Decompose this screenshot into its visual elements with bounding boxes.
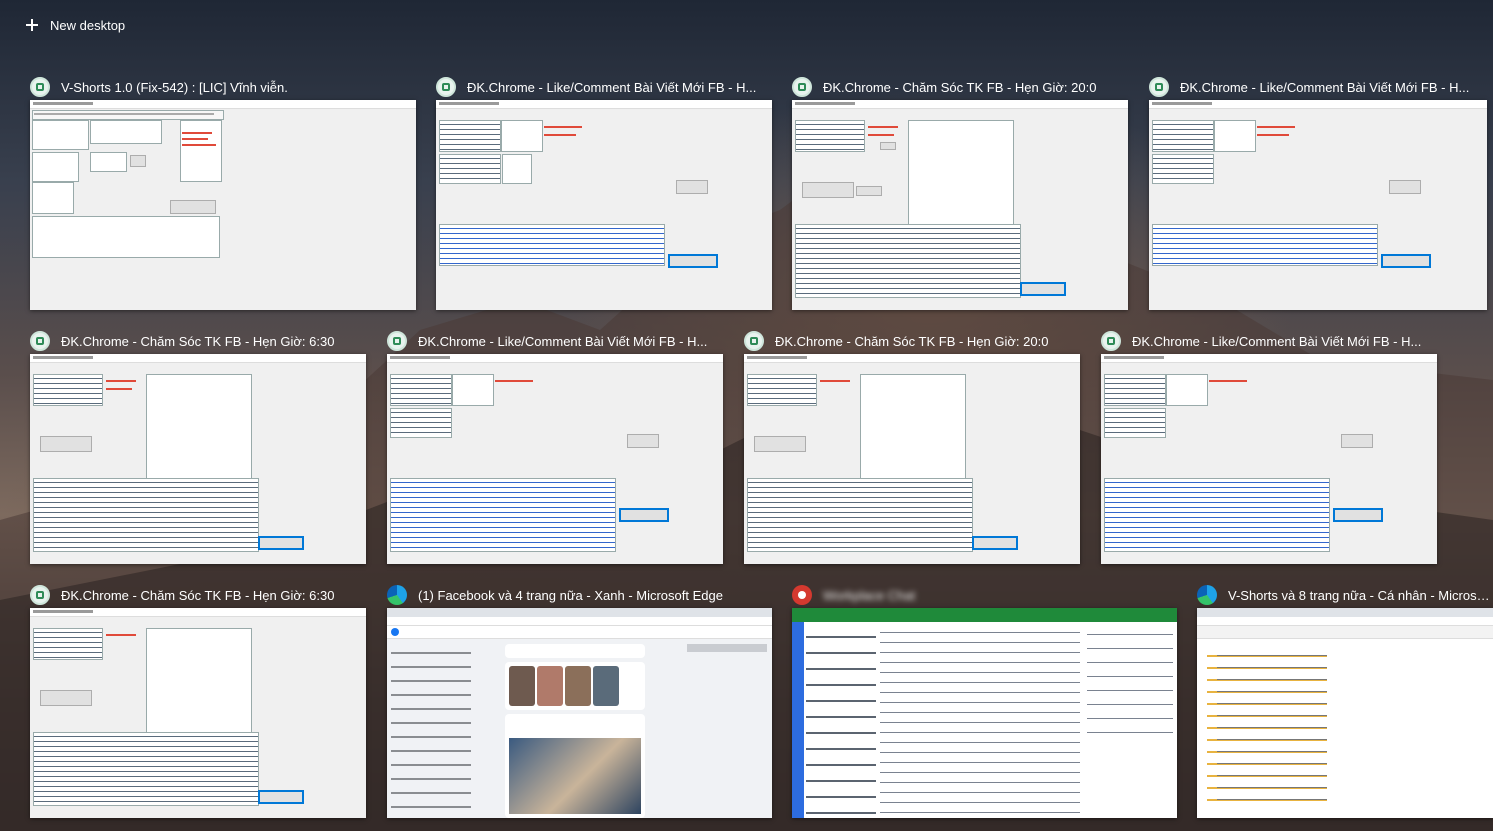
- edge-icon: [387, 585, 407, 605]
- vshorts-app-icon: [30, 77, 50, 97]
- window-cham-soc[interactable]: ĐK.Chrome - Chăm Sóc TK FB - Hẹn Giờ: 20…: [792, 74, 1128, 310]
- window-chat-app[interactable]: Workplace Chat: [792, 582, 1177, 818]
- new-desktop-button[interactable]: New desktop: [26, 12, 125, 38]
- window-cham-soc[interactable]: ĐK.Chrome - Chăm Sóc TK FB - Hẹn Giờ: 6:…: [30, 582, 366, 818]
- edge-icon: [1197, 585, 1217, 605]
- window-title: ĐK.Chrome - Chăm Sóc TK FB - Hẹn Giờ: 6:…: [61, 587, 335, 603]
- window-title: V-Shorts 1.0 (Fix-542) : [LIC] Vĩnh viễn…: [61, 79, 288, 95]
- vshorts-app-icon: [744, 331, 764, 351]
- window-thumbnail: [744, 354, 1080, 564]
- vshorts-app-icon: [436, 77, 456, 97]
- window-title: ĐK.Chrome - Like/Comment Bài Viết Mới FB…: [467, 79, 757, 95]
- window-thumbnail: [30, 608, 366, 818]
- vshorts-app-icon: [30, 331, 50, 351]
- window-title: (1) Facebook và 4 trang nữa - Xanh - Mic…: [418, 587, 723, 603]
- window-thumbnail: [1101, 354, 1437, 564]
- vshorts-app-icon: [387, 331, 407, 351]
- window-thumbnail: [436, 100, 772, 310]
- window-title: ĐK.Chrome - Chăm Sóc TK FB - Hẹn Giờ: 6:…: [61, 333, 335, 349]
- window-thumbnail: [792, 100, 1128, 310]
- window-cham-soc[interactable]: ĐK.Chrome - Chăm Sóc TK FB - Hẹn Giờ: 6:…: [30, 328, 366, 564]
- window-title: ĐK.Chrome - Chăm Sóc TK FB - Hẹn Giờ: 20…: [823, 79, 1097, 95]
- window-thumbnail: [792, 608, 1177, 818]
- window-thumbnail: [30, 100, 416, 310]
- window-vshorts-edge[interactable]: V-Shorts và 8 trang nữa - Cá nhân - Micr…: [1197, 582, 1493, 818]
- window-title: Workplace Chat: [823, 587, 916, 603]
- vshorts-app-icon: [1149, 77, 1169, 97]
- chat-app-icon: [792, 585, 812, 605]
- window-cham-soc[interactable]: ĐK.Chrome - Chăm Sóc TK FB - Hẹn Giờ: 20…: [744, 328, 1080, 564]
- vshorts-app-icon: [792, 77, 812, 97]
- window-title: ĐK.Chrome - Like/Comment Bài Viết Mới FB…: [418, 333, 708, 349]
- window-like-comment[interactable]: ĐK.Chrome - Like/Comment Bài Viết Mới FB…: [436, 74, 772, 310]
- window-vshorts[interactable]: V-Shorts 1.0 (Fix-542) : [LIC] Vĩnh viễn…: [30, 74, 416, 310]
- window-like-comment[interactable]: ĐK.Chrome - Like/Comment Bài Viết Mới FB…: [387, 328, 723, 564]
- window-thumbnail: [30, 354, 366, 564]
- vshorts-app-icon: [30, 585, 50, 605]
- window-like-comment[interactable]: ĐK.Chrome - Like/Comment Bài Viết Mới FB…: [1101, 328, 1437, 564]
- vshorts-app-icon: [1101, 331, 1121, 351]
- window-title: ĐK.Chrome - Like/Comment Bài Viết Mới FB…: [1180, 79, 1470, 95]
- window-title: ĐK.Chrome - Chăm Sóc TK FB - Hẹn Giờ: 20…: [775, 333, 1049, 349]
- window-thumbnail: [1197, 608, 1493, 818]
- window-thumbnail: [387, 354, 723, 564]
- plus-icon: [26, 19, 38, 31]
- window-thumbnail: [387, 608, 772, 818]
- window-facebook-edge[interactable]: (1) Facebook và 4 trang nữa - Xanh - Mic…: [387, 582, 772, 818]
- window-title: ĐK.Chrome - Like/Comment Bài Viết Mới FB…: [1132, 333, 1422, 349]
- window-title: V-Shorts và 8 trang nữa - Cá nhân - Micr…: [1228, 587, 1493, 603]
- new-desktop-label: New desktop: [50, 17, 126, 33]
- window-like-comment[interactable]: ĐK.Chrome - Like/Comment Bài Viết Mới FB…: [1149, 74, 1487, 310]
- window-thumbnail: [1149, 100, 1487, 310]
